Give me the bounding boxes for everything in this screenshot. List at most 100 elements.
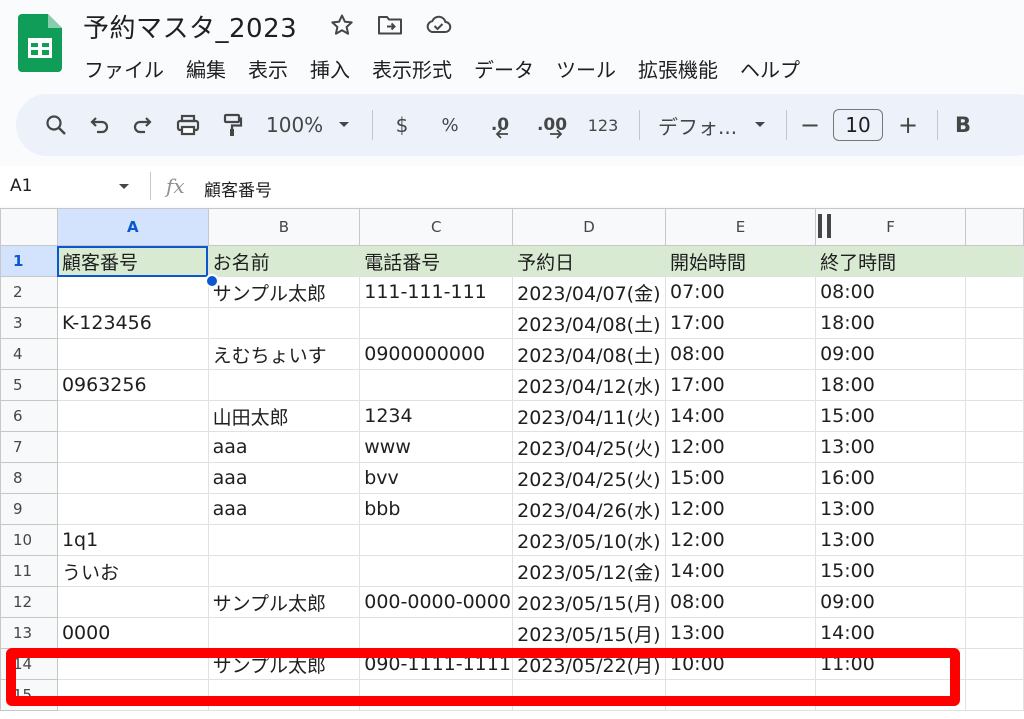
cell[interactable]: 07:00: [664, 276, 817, 308]
cloud-saved-icon[interactable]: [424, 11, 452, 39]
cell[interactable]: 2023/04/12(水): [512, 369, 666, 401]
formula-input[interactable]: 顧客番号: [204, 176, 272, 201]
column-header-d[interactable]: D: [512, 208, 666, 246]
cell[interactable]: 18:00: [815, 307, 967, 339]
menu-data[interactable]: データ: [474, 54, 534, 83]
cell[interactable]: 12:00: [664, 431, 817, 463]
cell[interactable]: 000-0000-0000: [359, 586, 514, 618]
menu-help[interactable]: ヘルプ: [740, 54, 800, 83]
cell[interactable]: [359, 617, 514, 649]
cell[interactable]: 12:00: [664, 493, 817, 525]
row-header[interactable]: 9: [0, 493, 58, 525]
font-family-select[interactable]: デフォ...: [650, 105, 770, 145]
cell[interactable]: 08:00: [664, 338, 817, 370]
cell[interactable]: aaa: [207, 493, 361, 525]
column-header-a[interactable]: A: [56, 208, 209, 246]
cell[interactable]: [359, 369, 514, 401]
cell[interactable]: [965, 400, 1024, 432]
cell[interactable]: bbb: [359, 493, 514, 525]
menu-tools[interactable]: ツール: [556, 54, 616, 83]
cell[interactable]: 1q1: [56, 524, 209, 556]
row-header[interactable]: 12: [0, 586, 58, 618]
row-header[interactable]: 1: [0, 245, 58, 277]
row-header[interactable]: 6: [0, 400, 58, 432]
cell[interactable]: 09:00: [815, 338, 967, 370]
cell[interactable]: [965, 307, 1024, 339]
cell[interactable]: 14:00: [815, 617, 967, 649]
cell[interactable]: 13:00: [815, 493, 967, 525]
cell[interactable]: 2023/05/10(水): [512, 524, 666, 556]
search-icon[interactable]: [40, 105, 72, 145]
redo-icon[interactable]: [126, 105, 160, 145]
cell[interactable]: www: [359, 431, 514, 463]
increase-font-size-button[interactable]: +: [895, 105, 921, 145]
menu-insert[interactable]: 挿入: [310, 54, 350, 83]
cell[interactable]: [359, 524, 514, 556]
row-header[interactable]: 8: [0, 462, 58, 494]
cell[interactable]: 2023/05/12(金): [512, 555, 666, 587]
cell[interactable]: [965, 648, 1024, 680]
cell[interactable]: [207, 524, 361, 556]
cell[interactable]: [965, 245, 1024, 277]
cell[interactable]: 電話番号: [359, 245, 514, 277]
cell[interactable]: 2023/04/08(土): [512, 338, 666, 370]
decrease-font-size-button[interactable]: −: [797, 105, 823, 145]
cell[interactable]: [207, 369, 361, 401]
font-size-input[interactable]: 10: [833, 109, 883, 141]
menu-file[interactable]: ファイル: [84, 54, 164, 83]
column-header-f[interactable]: F: [815, 208, 967, 246]
cell[interactable]: 12:00: [664, 524, 817, 556]
row-header[interactable]: 3: [0, 307, 58, 339]
document-title[interactable]: 予約マスタ_2023: [83, 8, 297, 45]
cell[interactable]: お名前: [207, 245, 361, 277]
cell[interactable]: [56, 586, 209, 618]
cell[interactable]: 111-111-111: [359, 276, 514, 308]
cell[interactable]: [207, 617, 361, 649]
row-header[interactable]: 5: [0, 369, 58, 401]
number-format-button[interactable]: 123: [583, 105, 623, 145]
select-all-corner[interactable]: [0, 208, 58, 246]
cell[interactable]: [359, 555, 514, 587]
cell[interactable]: えむちょいす: [207, 338, 361, 370]
column-header-e[interactable]: E: [664, 208, 817, 246]
cell[interactable]: 17:00: [664, 307, 817, 339]
cell[interactable]: [965, 586, 1024, 618]
cell[interactable]: [56, 400, 209, 432]
cell[interactable]: 2023/05/15(月): [512, 586, 666, 618]
cell[interactable]: [965, 493, 1024, 525]
name-box[interactable]: A1: [10, 176, 32, 196]
cell[interactable]: [56, 431, 209, 463]
cell[interactable]: [56, 462, 209, 494]
cell[interactable]: [965, 555, 1024, 587]
dropdown-caret-icon[interactable]: [118, 183, 130, 191]
cell[interactable]: [965, 462, 1024, 494]
cell[interactable]: 2023/04/26(水): [512, 493, 666, 525]
cell[interactable]: 山田太郎: [207, 400, 361, 432]
cell[interactable]: 15:00: [664, 462, 817, 494]
cell[interactable]: [207, 307, 361, 339]
cell[interactable]: aaa: [207, 462, 361, 494]
cell[interactable]: サンプル太郎: [207, 276, 361, 308]
cell[interactable]: 開始時間: [664, 245, 817, 277]
zoom-select[interactable]: 100%: [260, 105, 356, 145]
cell[interactable]: [965, 369, 1024, 401]
row-header[interactable]: 13: [0, 617, 58, 649]
cell[interactable]: [965, 617, 1024, 649]
cell[interactable]: 17:00: [664, 369, 817, 401]
cell[interactable]: bvv: [359, 462, 514, 494]
menu-view[interactable]: 表示: [248, 54, 288, 83]
cell[interactable]: [965, 338, 1024, 370]
bold-button[interactable]: B: [948, 105, 978, 145]
star-icon[interactable]: [328, 11, 356, 39]
undo-icon[interactable]: [82, 105, 116, 145]
cell[interactable]: 13:00: [815, 431, 967, 463]
cell[interactable]: [56, 338, 209, 370]
column-header-b[interactable]: B: [207, 208, 361, 246]
cell[interactable]: [207, 555, 361, 587]
cell[interactable]: [359, 307, 514, 339]
decrease-decimal-button[interactable]: .0: [479, 105, 521, 145]
cell[interactable]: 顧客番号: [56, 245, 209, 277]
cell[interactable]: 16:00: [815, 462, 967, 494]
percent-format-button[interactable]: %: [431, 105, 469, 145]
cell[interactable]: aaa: [207, 431, 361, 463]
